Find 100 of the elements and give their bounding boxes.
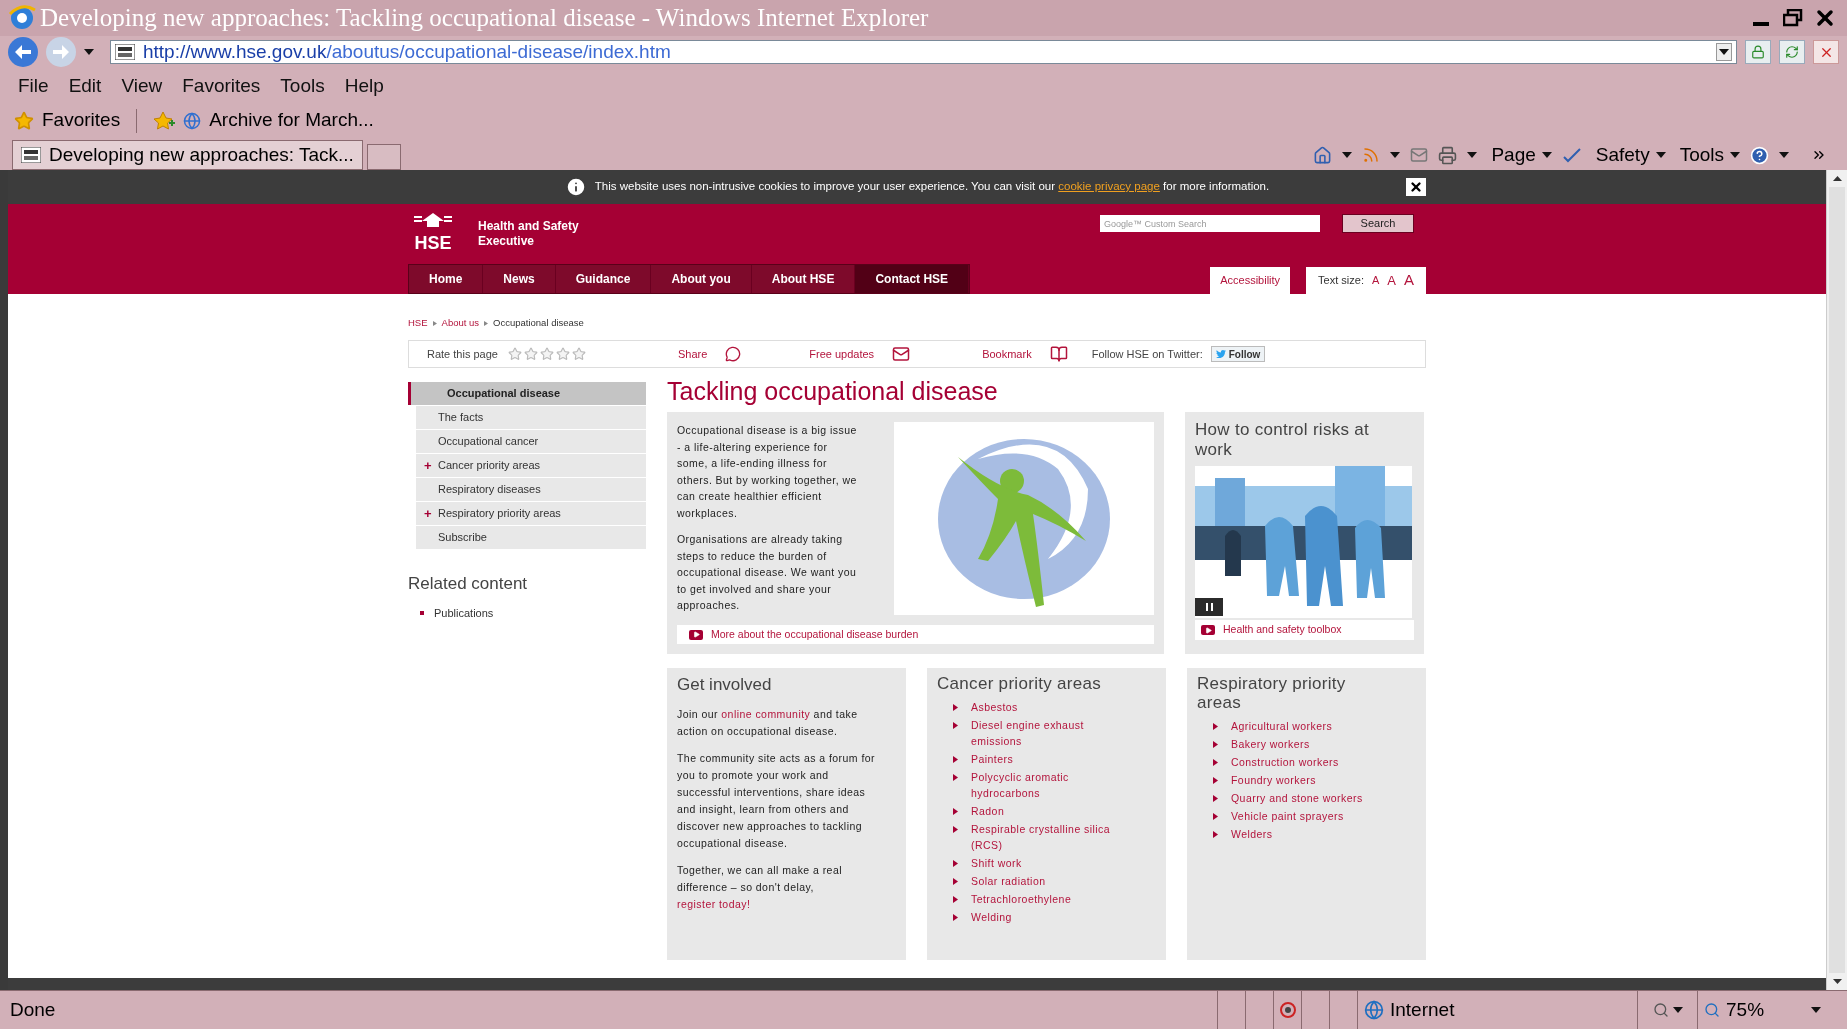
scrollbar[interactable] xyxy=(1826,170,1847,990)
star-icon[interactable] xyxy=(507,347,522,361)
sidebar-item[interactable]: Occupational cancer xyxy=(416,430,646,453)
caret-icon[interactable] xyxy=(1342,152,1353,158)
globe-icon xyxy=(1364,1000,1384,1020)
caret-icon[interactable] xyxy=(1467,152,1478,158)
free-updates-link[interactable]: Free updates xyxy=(809,345,911,363)
caret-icon[interactable] xyxy=(1541,152,1552,158)
related-link[interactable]: Publications xyxy=(434,604,494,621)
cookie-privacy-link[interactable]: cookie privacy page xyxy=(1058,180,1160,193)
priority-area-link[interactable]: Painters xyxy=(971,751,1131,767)
priority-area-link[interactable]: Quarry and stone workers xyxy=(1231,790,1391,806)
caret-icon[interactable] xyxy=(84,49,94,55)
home-icon[interactable] xyxy=(1313,145,1333,165)
menu-item[interactable]: Edit xyxy=(68,71,102,101)
zoom-button[interactable]: 75% xyxy=(1697,991,1827,1029)
star-icon[interactable] xyxy=(539,347,554,361)
card-heading: Cancer priority areas xyxy=(937,674,1103,693)
search-field[interactable]: Google™ Custom Search xyxy=(1100,215,1320,232)
more-link[interactable]: More about the occupational disease burden xyxy=(677,625,1154,644)
card-heading: Respiratory priority areas xyxy=(1197,674,1347,712)
bullet-icon xyxy=(953,860,958,867)
address-field[interactable]: http://www.hse.gov.uk/aboutus/occupational-disease/index.htm xyxy=(110,40,1737,64)
priority-area-link[interactable]: Polycyclic aromatic hydrocarbons xyxy=(971,769,1131,801)
menu-item[interactable]: View xyxy=(121,71,163,101)
inline-link[interactable]: online community xyxy=(721,708,811,720)
help-icon[interactable] xyxy=(1750,145,1769,165)
priority-area-link[interactable]: Solar radiation xyxy=(971,873,1131,889)
priority-area-link[interactable]: Foundry workers xyxy=(1231,772,1391,788)
priority-area-link[interactable]: Radon xyxy=(971,803,1131,819)
text-size-button[interactable]: A xyxy=(1387,270,1396,291)
priority-area-link[interactable]: Diesel engine exhaust emissions xyxy=(971,717,1131,749)
star-icon[interactable] xyxy=(571,347,586,361)
compatibility-button[interactable] xyxy=(1745,40,1771,64)
favorite-link[interactable]: Archive for March... xyxy=(183,106,374,135)
scroll-up-icon[interactable] xyxy=(1832,176,1842,181)
star-rating[interactable] xyxy=(507,347,586,361)
text-size-button[interactable]: A xyxy=(1404,269,1414,292)
follow-button[interactable]: Follow xyxy=(1210,346,1266,362)
sidebar-item[interactable]: + Cancer priority areas xyxy=(416,454,646,477)
caret-icon[interactable] xyxy=(1779,152,1789,158)
priority-area-link[interactable]: Agricultural workers xyxy=(1231,718,1391,734)
priority-area-link[interactable]: Bakery workers xyxy=(1231,736,1391,752)
menu-item[interactable]: Help xyxy=(344,71,384,101)
nav-tab[interactable]: News xyxy=(483,265,556,293)
star-icon[interactable] xyxy=(555,347,570,361)
breadcrumb-separator-icon xyxy=(432,320,437,326)
sidebar-item[interactable]: The facts xyxy=(416,406,646,429)
priority-area-link[interactable]: Welders xyxy=(1231,826,1391,842)
inline-link[interactable]: register today! xyxy=(677,898,751,910)
priority-area-link[interactable]: Asbestos xyxy=(971,699,1131,715)
breadcrumb-link[interactable]: HSE xyxy=(408,315,428,331)
sidebar-item[interactable]: Occupational disease xyxy=(408,382,646,405)
nav-tab[interactable]: Contact HSE xyxy=(855,265,970,293)
new-tab-button[interactable] xyxy=(366,144,401,170)
share-link[interactable]: Share xyxy=(677,345,742,363)
caret-icon[interactable] xyxy=(1719,49,1729,55)
caret-icon[interactable] xyxy=(1390,152,1401,158)
print-icon[interactable] xyxy=(1438,145,1458,165)
stop-button[interactable] xyxy=(1813,40,1839,64)
caret-icon[interactable] xyxy=(1672,1007,1683,1013)
nav-tab[interactable]: Home xyxy=(409,265,484,293)
menu-item[interactable]: File xyxy=(18,71,49,101)
priority-area-link[interactable]: Shift work xyxy=(971,855,1131,871)
command-button[interactable]: Tools xyxy=(1679,140,1740,170)
bookmark-link[interactable]: Bookmark xyxy=(982,345,1068,363)
menu-item[interactable]: Favorites xyxy=(182,71,261,101)
priority-area-link[interactable]: Tetrachloroethylene xyxy=(971,891,1131,907)
command-button[interactable]: Page xyxy=(1491,140,1552,170)
priority-area-link[interactable]: Respirable crystalline silica (RCS) xyxy=(971,821,1131,853)
sidebar-item[interactable]: Respiratory diseases xyxy=(416,478,646,501)
priority-area-link[interactable]: Vehicle paint sprayers xyxy=(1231,808,1391,824)
toolbox-link[interactable]: Health and safety toolbox xyxy=(1195,620,1414,640)
close-button[interactable] xyxy=(1406,178,1426,196)
menu-item[interactable]: Tools xyxy=(280,71,325,101)
scroll-down-icon[interactable] xyxy=(1832,979,1842,984)
breadcrumb-link[interactable]: About us xyxy=(441,315,480,331)
refresh-button[interactable] xyxy=(1779,40,1805,64)
priority-area-link[interactable]: Construction workers xyxy=(1231,754,1391,770)
sidebar-item[interactable]: + Respiratory priority areas xyxy=(416,502,646,525)
nav-tab[interactable]: About you xyxy=(651,265,752,293)
search-button[interactable]: Search xyxy=(1342,214,1414,233)
text-size-button[interactable]: A xyxy=(1371,272,1380,289)
pause-button[interactable] xyxy=(1195,598,1223,616)
play-icon xyxy=(689,629,703,640)
star-icon[interactable] xyxy=(523,347,538,361)
bullet-icon xyxy=(1213,813,1218,820)
back-button[interactable] xyxy=(8,37,38,67)
sidebar-item[interactable]: Subscribe xyxy=(416,526,646,549)
spelling-icon[interactable] xyxy=(1561,147,1582,163)
browser-tab[interactable]: Developing new approaches: Tack... xyxy=(12,140,363,170)
caret-icon[interactable] xyxy=(1730,152,1740,158)
favorites-button[interactable]: Favorites xyxy=(14,106,121,135)
address-dropdown-button[interactable] xyxy=(1716,43,1732,61)
nav-tab[interactable]: Guidance xyxy=(555,265,652,293)
command-button[interactable]: Safety xyxy=(1595,140,1666,170)
accessibility-tab[interactable]: Accessibility xyxy=(1210,267,1291,294)
priority-area-link[interactable]: Welding xyxy=(971,909,1131,925)
caret-icon[interactable] xyxy=(1655,152,1666,158)
caret-icon[interactable] xyxy=(1811,1007,1821,1013)
